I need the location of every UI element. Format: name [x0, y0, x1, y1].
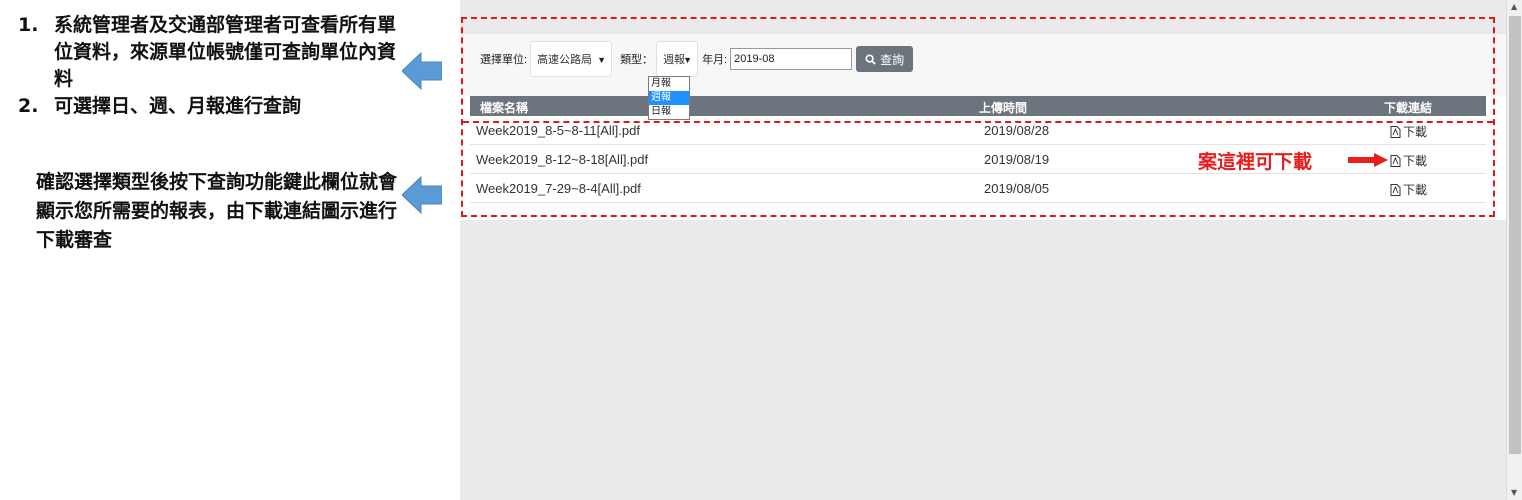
table-header: 檔案名稱 上傳時間 下載連結	[470, 96, 1486, 116]
download-label: 下載	[1403, 154, 1428, 168]
download-hint-annotation: 案這裡可下載	[1198, 151, 1313, 173]
type-label: 類型：	[620, 54, 654, 66]
download-label: 下載	[1403, 183, 1428, 197]
scroll-down-icon[interactable]: ▼	[1511, 488, 1517, 497]
upload-time: 2019/08/19	[984, 152, 1050, 167]
left-arrow-icon	[402, 176, 442, 214]
download-link[interactable]: 下載	[1390, 181, 1427, 198]
left-arrow-icon	[402, 52, 442, 90]
date-label: 年月:	[702, 54, 728, 66]
download-link[interactable]: 下載	[1390, 123, 1427, 140]
scrollbar-thumb[interactable]	[1509, 16, 1521, 454]
query-button-label: 查詢	[880, 52, 905, 67]
search-icon	[865, 53, 876, 65]
annotation-number: 1.	[18, 14, 39, 36]
annotation-text: 可選擇日、週、月報進行查詢	[54, 95, 302, 117]
annotation-item: 1. 系統管理者及交通部管理者可查看所有單位資料，來源單位帳號僅可查詢單位內資料	[18, 12, 398, 93]
type-select-value: 週報	[663, 54, 686, 66]
column-header-download: 下載連結	[1384, 101, 1433, 115]
type-dropdown-list: 月報 週報 日報	[648, 76, 690, 120]
column-header-filename: 檔案名稱	[480, 101, 529, 115]
type-option-selected[interactable]: 週報	[649, 91, 689, 105]
year-month-input[interactable]	[730, 48, 853, 70]
pdf-file-icon	[1390, 183, 1401, 196]
annotation-panel: 1. 系統管理者及交通部管理者可查看所有單位資料，來源單位帳號僅可查詢單位內資料…	[0, 0, 460, 500]
type-option[interactable]: 日報	[649, 105, 689, 119]
annotation-text: 系統管理者及交通部管理者可查看所有單位資料，來源單位帳號僅可查詢單位內資料	[54, 14, 397, 90]
filter-bar: 選擇單位: 高速公路局 ▼ 類型： 週報 ▼ 年月: 查詢	[460, 34, 1506, 96]
annotation-paragraph: 確認選擇類型後按下查詢功能鍵此欄位就會顯示您所需要的報表，由下載連結圖示進行下載…	[36, 171, 398, 251]
filter-row: 選擇單位: 高速公路局 ▼ 類型： 週報 ▼ 年月: 查詢	[480, 41, 914, 77]
file-name: Week2019_8-5~8-11[All].pdf	[476, 123, 640, 138]
pdf-file-icon	[1390, 125, 1401, 138]
type-select[interactable]: 週報 ▼	[656, 41, 699, 77]
upload-time: 2019/08/28	[984, 123, 1050, 138]
annotation-item: 2. 可選擇日、週、月報進行查詢	[18, 93, 398, 120]
screenshot-root: 1. 系統管理者及交通部管理者可查看所有單位資料，來源單位帳號僅可查詢單位內資料…	[0, 0, 1522, 500]
table-row: Week2019_7-29~8-4[All].pdf 2019/08/05 下載	[470, 174, 1486, 203]
scroll-up-icon[interactable]: ▲	[1511, 2, 1517, 11]
file-name: Week2019_8-12~8-18[All].pdf	[476, 152, 649, 167]
pdf-file-icon	[1390, 154, 1401, 167]
right-arrow-icon	[1348, 153, 1388, 167]
download-link[interactable]: 下載	[1390, 152, 1427, 169]
caret-down-icon: ▼	[597, 55, 607, 65]
unit-select-value: 高速公路局	[537, 54, 593, 66]
type-option[interactable]: 月報	[649, 77, 689, 91]
vertical-scrollbar[interactable]: ▲ ▼	[1506, 0, 1522, 500]
annotation-number: 2.	[18, 95, 39, 117]
download-label: 下載	[1403, 125, 1428, 139]
file-name: Week2019_7-29~8-4[All].pdf	[476, 181, 641, 196]
column-header-upload-time: 上傳時間	[979, 101, 1028, 115]
caret-down-icon: ▼	[683, 55, 693, 65]
app-viewport: 選擇單位: 高速公路局 ▼ 類型： 週報 ▼ 年月: 查詢	[460, 0, 1506, 500]
annotation-list: 1. 系統管理者及交通部管理者可查看所有單位資料，來源單位帳號僅可查詢單位內資料…	[18, 12, 398, 120]
query-button[interactable]: 查詢	[856, 46, 914, 72]
unit-select[interactable]: 高速公路局 ▼	[530, 41, 613, 77]
unit-label: 選擇單位:	[480, 54, 528, 66]
table-row: Week2019_8-5~8-11[All].pdf 2019/08/28 下載	[470, 116, 1486, 145]
upload-time: 2019/08/05	[984, 181, 1050, 196]
table-row: Week2019_8-12~8-18[All].pdf 2019/08/19 下…	[470, 145, 1486, 174]
